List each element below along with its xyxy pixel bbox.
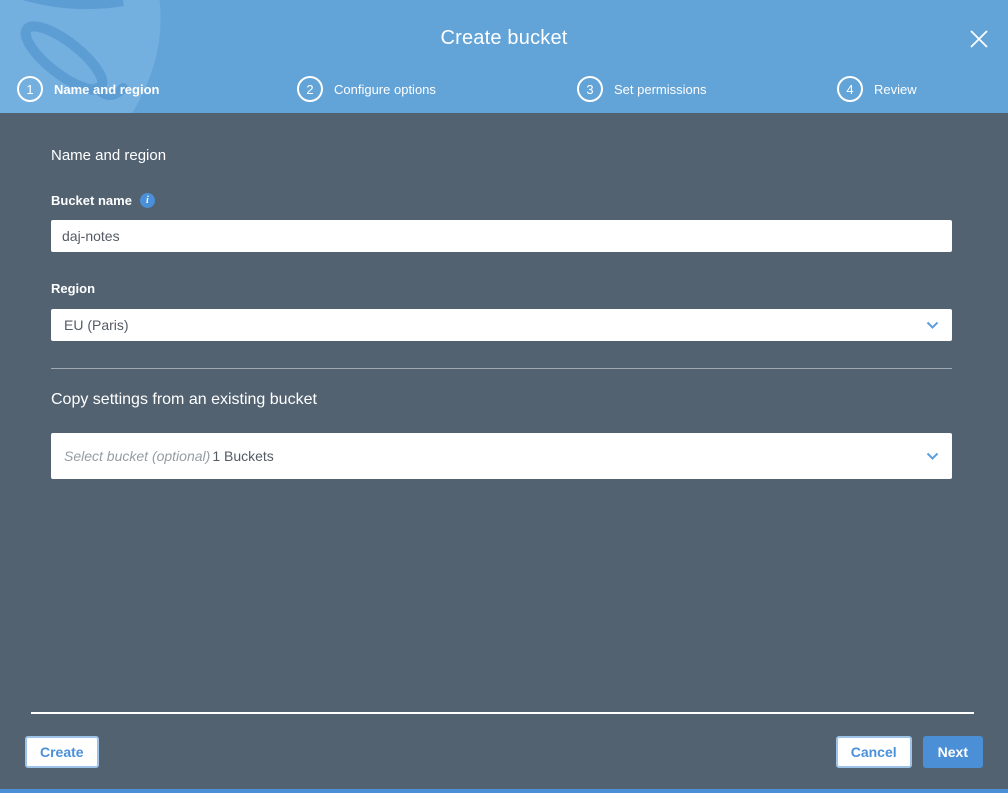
step-configure-options[interactable]: 2 Configure options [297, 76, 436, 102]
step-set-permissions[interactable]: 3 Set permissions [577, 76, 706, 102]
page-background-strip [0, 789, 1008, 793]
step-label: Configure options [334, 81, 436, 97]
step-number-badge: 2 [297, 76, 323, 102]
buckets-count: 1 Buckets [212, 448, 274, 464]
footer-button-group: Cancel Next [835, 736, 983, 768]
modal-footer: Create Cancel Next [25, 736, 983, 768]
modal-body: Name and region Bucket name i Region EU … [0, 113, 1008, 789]
region-label-row: Region [51, 281, 952, 296]
create-bucket-modal: Create bucket 1 Name and region 2 Config… [0, 0, 1008, 793]
step-label: Name and region [54, 81, 160, 97]
step-label: Set permissions [614, 81, 707, 97]
bucket-name-input[interactable] [51, 220, 952, 252]
close-icon [970, 30, 988, 48]
create-button[interactable]: Create [25, 736, 99, 768]
step-name-and-region[interactable]: 1 Name and region [17, 76, 159, 102]
footer-divider [31, 712, 974, 714]
step-indicator: 1 Name and region 2 Configure options 3 … [0, 76, 1008, 104]
copy-bucket-placeholder: Select bucket (optional) [64, 448, 211, 464]
section-divider [51, 368, 952, 369]
close-button[interactable] [966, 26, 992, 52]
chevron-down-icon [926, 452, 939, 461]
bucket-name-label: Bucket name [51, 193, 132, 208]
cancel-button[interactable]: Cancel [835, 736, 912, 768]
bucket-name-label-row: Bucket name i [51, 193, 952, 208]
region-selected-value: EU (Paris) [64, 317, 129, 333]
step-number-badge: 4 [837, 76, 863, 102]
region-label: Region [51, 281, 96, 296]
copy-bucket-select[interactable]: Select bucket (optional) 1 Buckets [51, 433, 952, 479]
step-label: Review [874, 81, 917, 97]
section-heading: Name and region [51, 147, 167, 164]
chevron-down-icon [926, 321, 939, 330]
copy-settings-heading: Copy settings from an existing bucket [51, 391, 317, 408]
next-button[interactable]: Next [922, 736, 983, 768]
step-number-badge: 3 [577, 76, 603, 102]
copy-bucket-select-text: Select bucket (optional) 1 Buckets [64, 448, 274, 464]
step-review[interactable]: 4 Review [837, 76, 917, 102]
region-select[interactable]: EU (Paris) [51, 309, 952, 341]
modal-header: Create bucket 1 Name and region 2 Config… [0, 0, 1008, 113]
step-number-badge: 1 [17, 76, 43, 102]
info-icon[interactable]: i [139, 193, 155, 208]
modal-title: Create bucket [440, 27, 568, 49]
